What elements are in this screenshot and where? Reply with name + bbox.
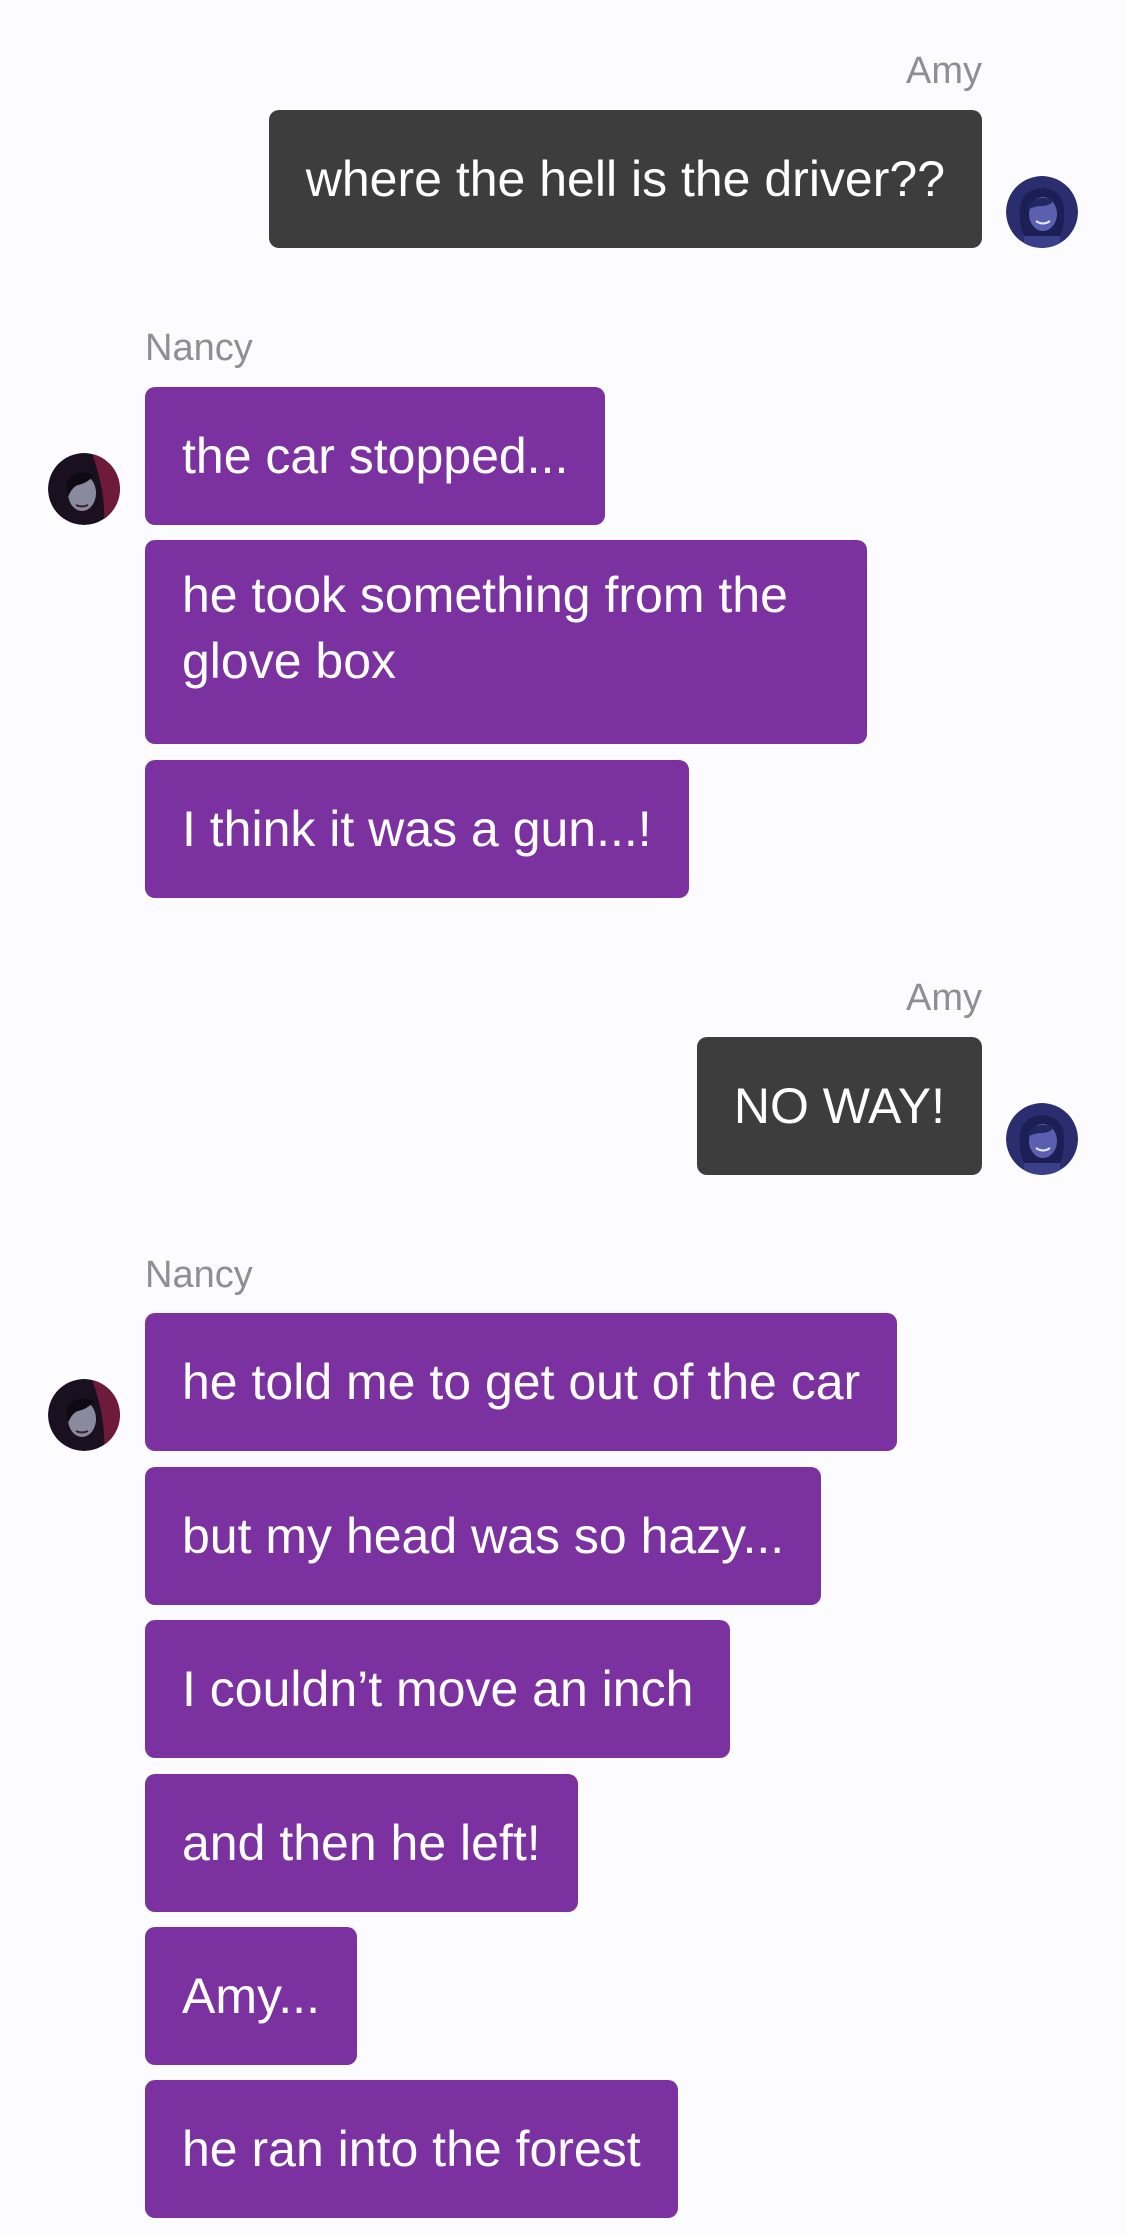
nancy-avatar-icon[interactable] <box>48 1379 120 1451</box>
message-text: but my head was so hazy... <box>182 1508 785 1564</box>
message-bubble[interactable]: the car stopped... <box>145 387 606 525</box>
sender-name-amy: Amy <box>906 50 982 92</box>
nancy-avatar-icon[interactable] <box>48 453 120 525</box>
message-text: Amy... <box>182 1968 320 2024</box>
message-bubble[interactable]: he took something from the glove box <box>145 540 867 744</box>
message-bubble[interactable]: he told me to get out of the car <box>145 1313 898 1451</box>
message-text: he ran into the forest <box>182 2121 641 2177</box>
message-text: I couldn’t move an inch <box>182 1661 694 1717</box>
sender-name-amy: Amy <box>906 977 982 1019</box>
sender-name-nancy: Nancy <box>145 327 253 369</box>
message-bubble[interactable]: I couldn’t move an inch <box>145 1620 731 1758</box>
message-text: the car stopped... <box>182 428 569 484</box>
message-bubble[interactable]: he ran into the forest <box>145 2080 678 2218</box>
message-bubble[interactable]: where the hell is the driver?? <box>268 110 982 248</box>
message-text: he took something from the glove box <box>182 567 788 689</box>
message-bubble[interactable]: and then he left! <box>145 1774 578 1912</box>
message-text: he told me to get out of the car <box>182 1354 861 1410</box>
sender-name-nancy: Nancy <box>145 1254 253 1296</box>
message-text: NO WAY! <box>733 1078 945 1134</box>
message-text: I think it was a gun...! <box>182 801 652 857</box>
amy-avatar-icon[interactable] <box>1006 176 1078 248</box>
message-bubble[interactable]: NO WAY! <box>696 1037 982 1175</box>
message-bubble[interactable]: but my head was so hazy... <box>145 1467 822 1605</box>
chat-thread: Amy where the hell is the driver?? Nancy… <box>0 0 1125 2235</box>
message-text: and then he left! <box>182 1815 541 1871</box>
message-bubble[interactable]: I think it was a gun...! <box>145 760 689 898</box>
message-bubble[interactable]: Amy... <box>145 1927 357 2065</box>
amy-avatar-icon[interactable] <box>1006 1103 1078 1175</box>
message-text: where the hell is the driver?? <box>305 151 945 207</box>
